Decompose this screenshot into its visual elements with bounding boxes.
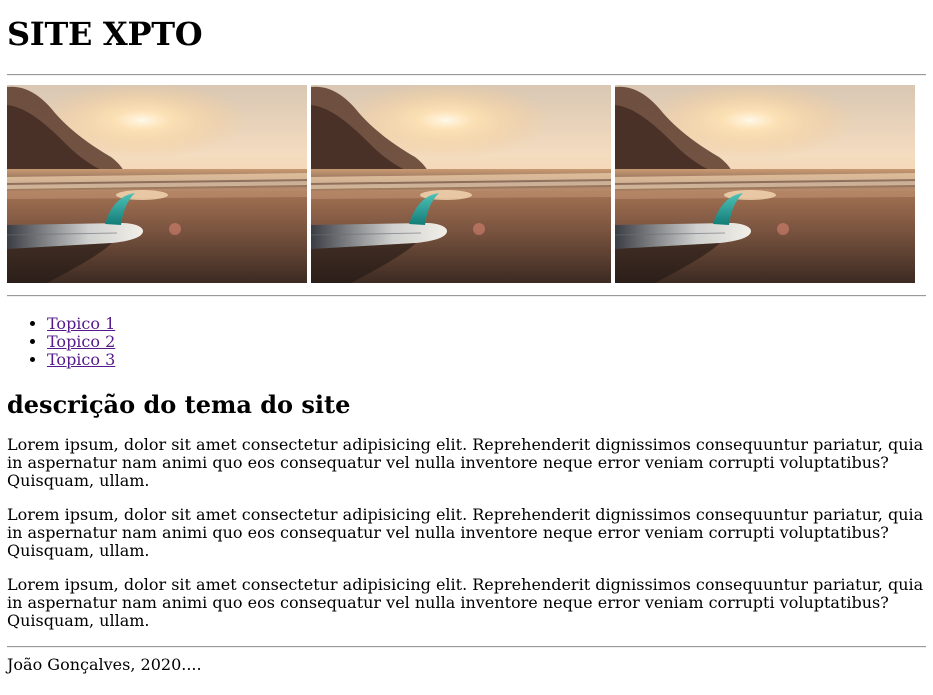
paragraph-2: Lorem ipsum, dolor sit amet consectetur …	[7, 505, 924, 560]
gallery-image-3	[615, 85, 915, 283]
topic-item: Topico 1	[47, 315, 926, 333]
topic-item: Topico 2	[47, 333, 926, 351]
page: SITE XPTO Topico 1 Topico 2 Topico 3 des…	[0, 0, 933, 674]
topic-link-2[interactable]: Topico 2	[47, 332, 115, 351]
divider	[7, 646, 926, 648]
site-title: SITE XPTO	[7, 15, 203, 53]
footer-credit: João Gonçalves, 2020....	[7, 655, 202, 674]
paragraph-1: Lorem ipsum, dolor sit amet consectetur …	[7, 435, 924, 490]
divider	[7, 74, 926, 76]
topic-link-1[interactable]: Topico 1	[47, 314, 115, 333]
gallery-image-1	[7, 85, 307, 283]
section-heading: descrição do tema do site	[7, 390, 351, 419]
image-gallery	[7, 85, 926, 283]
paragraph-3: Lorem ipsum, dolor sit amet consectetur …	[7, 575, 924, 630]
gallery-image-2	[311, 85, 611, 283]
divider	[7, 295, 926, 297]
topic-item: Topico 3	[47, 351, 926, 369]
topics-nav: Topico 1 Topico 2 Topico 3	[7, 315, 926, 369]
topic-link-3[interactable]: Topico 3	[47, 350, 115, 369]
